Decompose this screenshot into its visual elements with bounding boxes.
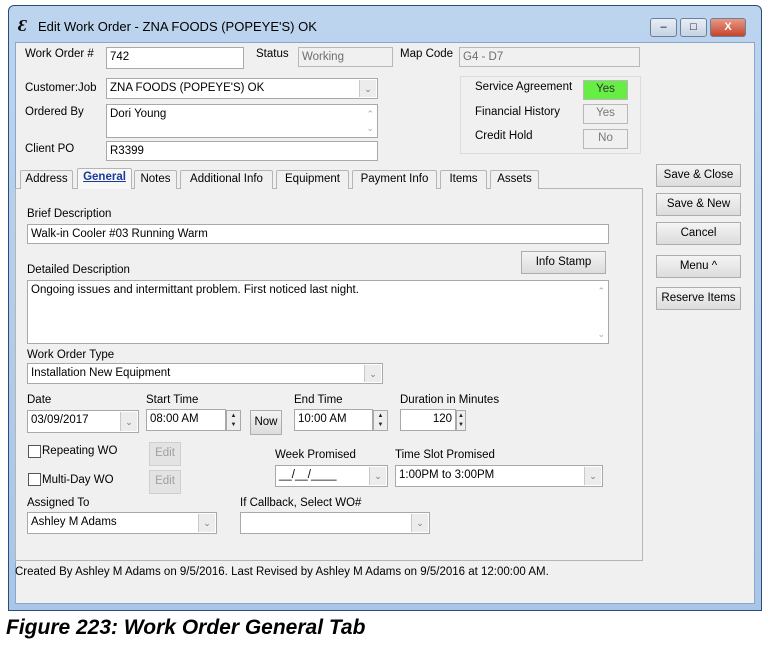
- chevron-down-icon[interactable]: ⌄: [364, 365, 381, 382]
- brief-description-input[interactable]: Walk-in Cooler #03 Running Warm: [27, 224, 609, 244]
- tab-notes[interactable]: Notes: [134, 170, 177, 189]
- work-order-label: Work Order #: [25, 48, 94, 60]
- multi-day-edit-button[interactable]: Edit: [149, 470, 181, 494]
- work-order-input[interactable]: 742: [106, 47, 244, 69]
- chevron-down-icon[interactable]: ⌄: [584, 467, 601, 485]
- time-slot-value: 1:00PM to 3:00PM: [399, 469, 495, 481]
- chevron-down-icon[interactable]: ⌄: [120, 412, 137, 431]
- repeating-edit-button[interactable]: Edit: [149, 442, 181, 466]
- scroll-up-icon[interactable]: ⌃: [597, 284, 605, 298]
- date-select[interactable]: 03/09/2017 ⌄: [27, 410, 139, 433]
- ordered-by-input[interactable]: Dori Young ⌃ ⌄: [106, 104, 378, 138]
- work-order-type-label: Work Order Type: [27, 349, 115, 361]
- status-field: Working: [298, 47, 393, 67]
- callback-select[interactable]: ⌄: [240, 512, 430, 534]
- chevron-down-icon[interactable]: ⌄: [411, 514, 428, 532]
- app-icon: Ɛ: [18, 16, 27, 35]
- maximize-button[interactable]: □: [680, 18, 707, 37]
- cancel-button[interactable]: Cancel: [656, 222, 741, 245]
- multi-day-wo-checkbox[interactable]: [28, 473, 41, 486]
- tab-additional-info[interactable]: Additional Info: [180, 170, 273, 189]
- tab-assets[interactable]: Assets: [490, 170, 539, 189]
- tab-equipment[interactable]: Equipment: [276, 170, 349, 189]
- detailed-description-input[interactable]: Ongoing issues and intermittant problem.…: [27, 280, 609, 344]
- multi-day-wo-label: Multi-Day WO: [42, 474, 114, 486]
- client-po-label: Client PO: [25, 143, 75, 155]
- save-new-button[interactable]: Save & New: [656, 193, 741, 216]
- week-promised-value: __/__/____: [279, 469, 337, 481]
- ordered-by-label: Ordered By: [25, 106, 84, 118]
- start-time-label: Start Time: [146, 394, 199, 406]
- chevron-down-icon[interactable]: ⌄: [359, 80, 376, 97]
- assigned-to-select[interactable]: Ashley M Adams ⌄: [27, 512, 217, 534]
- tab-items[interactable]: Items: [440, 170, 487, 189]
- figure-caption: Figure 223: Work Order General Tab: [6, 616, 366, 639]
- minimize-button[interactable]: –: [650, 18, 677, 37]
- detailed-description-value: Ongoing issues and intermittant problem.…: [31, 284, 359, 296]
- work-order-type-select[interactable]: Installation New Equipment ⌄: [27, 363, 383, 384]
- tab-payment-info[interactable]: Payment Info: [352, 170, 437, 189]
- week-promised-label: Week Promised: [275, 449, 356, 461]
- tab-address[interactable]: Address: [20, 170, 73, 189]
- credit-hold-badge: No: [583, 129, 628, 149]
- repeating-wo-checkbox[interactable]: [28, 445, 41, 458]
- credit-hold-label: Credit Hold: [475, 130, 533, 142]
- client-po-input[interactable]: R3399: [106, 141, 378, 161]
- scroll-up-icon[interactable]: ⌃: [366, 107, 374, 121]
- reserve-items-button[interactable]: Reserve Items: [656, 287, 741, 310]
- repeating-wo-label: Repeating WO: [42, 445, 118, 457]
- start-time-spinner[interactable]: ▲ ▼: [226, 410, 241, 431]
- info-stamp-button[interactable]: Info Stamp: [521, 251, 606, 274]
- time-slot-select[interactable]: 1:00PM to 3:00PM ⌄: [395, 465, 603, 487]
- financial-history-label: Financial History: [475, 106, 560, 118]
- callback-label: If Callback, Select WO#: [240, 497, 362, 509]
- duration-label: Duration in Minutes: [400, 394, 500, 406]
- duration-spinner[interactable]: ▲ ▼: [456, 410, 466, 431]
- customer-job-label: Customer:Job: [25, 82, 97, 94]
- assigned-to-label: Assigned To: [27, 497, 90, 509]
- status-label: Status: [256, 48, 289, 60]
- time-slot-label: Time Slot Promised: [395, 449, 495, 461]
- close-button[interactable]: X: [710, 18, 746, 37]
- now-button[interactable]: Now: [250, 410, 282, 435]
- date-label: Date: [27, 394, 52, 406]
- week-promised-select[interactable]: __/__/____ ⌄: [275, 465, 388, 487]
- customer-job-value: ZNA FOODS (POPEYE'S) OK: [110, 82, 265, 94]
- assigned-to-value: Ashley M Adams: [31, 516, 117, 528]
- map-code-field: G4 - D7: [459, 47, 640, 67]
- brief-description-label: Brief Description: [27, 208, 112, 220]
- customer-job-select[interactable]: ZNA FOODS (POPEYE'S) OK ⌄: [106, 78, 378, 99]
- chevron-down-icon[interactable]: ⌄: [198, 514, 215, 532]
- work-order-type-value: Installation New Equipment: [31, 367, 171, 379]
- scroll-down-icon[interactable]: ⌄: [366, 121, 374, 135]
- end-time-spinner[interactable]: ▲ ▼: [373, 410, 388, 431]
- tab-general[interactable]: General: [77, 168, 132, 189]
- date-value: 03/09/2017: [31, 414, 89, 426]
- detailed-description-label: Detailed Description: [27, 264, 130, 276]
- financial-history-badge: Yes: [583, 104, 628, 124]
- save-close-button[interactable]: Save & Close: [656, 164, 741, 187]
- ordered-by-value: Dori Young: [110, 108, 167, 120]
- end-time-input[interactable]: 10:00 AM: [294, 409, 373, 431]
- menu-button[interactable]: Menu ^: [656, 255, 741, 278]
- duration-input[interactable]: 120: [400, 409, 456, 431]
- status-bar-text: Created By Ashley M Adams on 9/5/2016. L…: [15, 566, 549, 578]
- scroll-down-icon[interactable]: ⌄: [597, 327, 605, 341]
- service-agreement-badge: Yes: [583, 80, 628, 100]
- map-code-label: Map Code: [400, 48, 454, 60]
- window-title: Edit Work Order - ZNA FOODS (POPEYE'S) O…: [38, 19, 317, 34]
- end-time-label: End Time: [294, 394, 343, 406]
- service-agreement-label: Service Agreement: [475, 81, 573, 93]
- chevron-down-icon[interactable]: ⌄: [369, 467, 386, 485]
- start-time-input[interactable]: 08:00 AM: [146, 409, 226, 431]
